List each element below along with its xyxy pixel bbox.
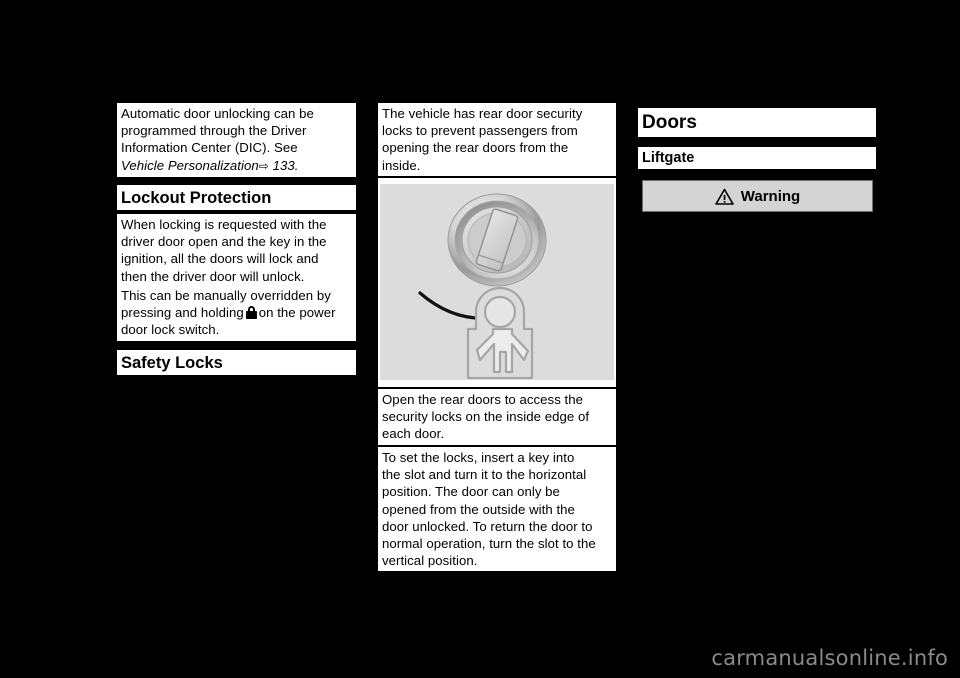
safety-locks-heading: Safety Locks — [117, 350, 356, 378]
paragraph-line: locks to prevent passengers from — [382, 123, 578, 139]
paragraph-line: opening the rear doors from the — [382, 140, 569, 156]
illustration-svg — [418, 193, 547, 380]
paragraph-line: driver door open and the key in the — [121, 234, 327, 250]
paragraph-line: then the driver door will unlock. — [121, 268, 305, 284]
paragraph-line: each door. — [382, 426, 445, 442]
liftgate-heading: Liftgate — [638, 147, 876, 172]
paragraph-line: normal operation, turn the slot to the — [382, 536, 596, 552]
paragraph-line: Automatic door unlocking can be — [121, 106, 314, 121]
paragraph-line: Open the rear doors to access the — [382, 392, 584, 407]
manual-page: Automatic door unlocking can be programm… — [0, 0, 960, 678]
warning-label: Warning — [740, 187, 801, 205]
open-rear-doors-paragraph: Open the rear doors to access the securi… — [378, 389, 616, 445]
watermark-text: carmanualsonline.info — [711, 646, 948, 670]
cross-reference-title: Vehicle Personalization — [121, 157, 259, 173]
child-safety-lock-icon — [466, 286, 534, 380]
paragraph-line: ignition, all the doors will lock and — [121, 251, 319, 267]
cross-reference: Vehicle Personalization⇨ 133. — [121, 157, 353, 175]
heading-text: Lockout Protection — [121, 189, 272, 207]
paragraph-line: door unlocked. To return the door to — [382, 518, 593, 534]
paragraph-line: security locks on the inside edge of — [382, 409, 590, 425]
safety-lock-illustration — [378, 178, 616, 387]
site-watermark: carmanualsonline.info — [711, 646, 948, 670]
heading-text: Doors — [642, 112, 697, 133]
warning-triangle-icon — [714, 188, 734, 205]
paragraph-line: vertical position. — [382, 553, 478, 569]
doors-heading: Doors — [638, 108, 876, 140]
lockout-protection-paragraph: When locking is requested with the drive… — [117, 214, 356, 287]
lockout-protection-heading: Lockout Protection — [117, 185, 356, 213]
paragraph-with-icon: This can be manually overridden by press… — [121, 287, 353, 339]
heading-text: Safety Locks — [121, 354, 223, 372]
paragraph-line: programmed through the Driver — [121, 123, 307, 139]
paragraph-line: Information Center (DIC). See — [121, 140, 298, 156]
rear-door-security-locks-paragraph: The vehicle has rear door security locks… — [378, 103, 616, 176]
paragraph-line: To set the locks, insert a key into — [382, 450, 575, 465]
lock-cylinder-icon — [447, 193, 547, 287]
set-the-locks-paragraph: To set the locks, insert a key into the … — [378, 447, 616, 572]
cross-reference-arrow-icon: ⇨ — [258, 158, 269, 173]
paragraph-line: opened from the outside with the — [382, 501, 575, 517]
heading-text: Liftgate — [642, 150, 695, 166]
manual-override-paragraph: This can be manually overridden by press… — [117, 285, 356, 341]
paragraph-line: When locking is requested with the — [121, 217, 327, 232]
cross-reference-page: 133. — [272, 157, 299, 173]
warning-box: Warning — [642, 180, 873, 212]
paragraph-line: position. The door can only be — [382, 484, 560, 500]
lock-icon — [245, 306, 257, 320]
automatic-door-unlocking-paragraph: Automatic door unlocking can be programm… — [117, 103, 356, 177]
paragraph-line: the slot and turn it to the horizontal — [382, 467, 587, 483]
paragraph-line: inside. — [382, 157, 421, 173]
paragraph-line: The vehicle has rear door security — [382, 106, 583, 121]
illustration-canvas — [380, 184, 614, 380]
